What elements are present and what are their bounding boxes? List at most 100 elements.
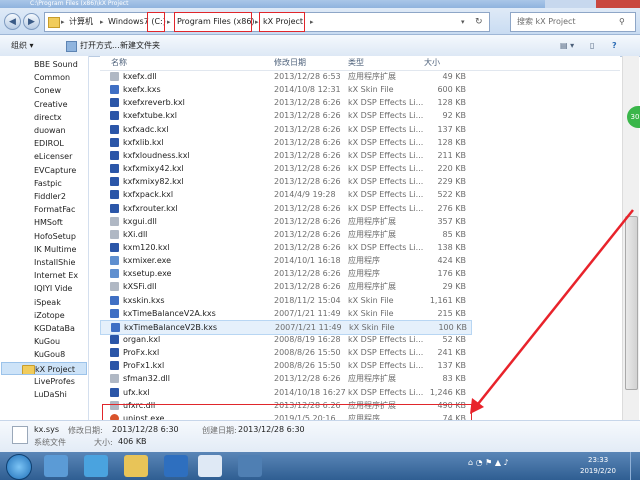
crumb-computer[interactable]: 计算机: [69, 13, 93, 31]
file-row[interactable]: ProFx.kxl 2008/8/26 15:50 kX DSP Effects L…: [100, 346, 470, 359]
close-button[interactable]: [596, 0, 640, 8]
file-icon: [110, 308, 119, 318]
nav-item-label: Fiddler2: [34, 192, 66, 201]
crumb-separator-icon: ▸: [310, 18, 314, 26]
file-row[interactable]: kxfxmixy82.kxl 2013/12/28 6:26 kX DSP Effe…: [100, 175, 470, 188]
file-row[interactable]: kxefx.dll 2013/12/28 6:53 应用程序扩展 49 KB: [100, 70, 470, 83]
back-button[interactable]: ◀: [4, 13, 21, 30]
explorer-icon[interactable]: [124, 455, 148, 477]
organize-button[interactable]: 组织 ▾: [11, 35, 34, 56]
help-icon[interactable]: ?: [612, 35, 617, 56]
file-size: 137 KB: [437, 124, 466, 134]
nav-item[interactable]: KGDataBa: [34, 322, 88, 335]
file-row[interactable]: kxgui.dll 2013/12/28 6:26 应用程序扩展 357 KB: [100, 215, 470, 228]
nav-item-label: kX Project: [35, 364, 76, 374]
start-button[interactable]: [6, 454, 32, 480]
nav-item-label: FormatFac: [34, 205, 76, 215]
file-icon: [110, 124, 119, 134]
qq-icon[interactable]: [198, 455, 222, 477]
details-created-label: 创建日期:: [202, 426, 237, 435]
nav-item[interactable]: KuGou8: [34, 348, 88, 361]
file-row[interactable]: kxfxloudness.kxl 2013/12/28 6:26 kX DSP Ef…: [100, 149, 470, 162]
tray-icons[interactable]: ⌂ ◔ ⚑ ▲ ♪: [468, 458, 509, 467]
search-icon: ⚲: [619, 17, 625, 26]
file-name: kxefxtube.kxl: [123, 111, 177, 121]
nav-item[interactable]: HofoSetup: [34, 230, 88, 243]
file-row[interactable]: kxfxmixy42.kxl 2013/12/28 6:26 kX DSP Effe…: [100, 162, 470, 175]
file-row[interactable]: kXi.dll 2013/12/28 6:26 应用程序扩展 85 KB: [100, 228, 470, 241]
nav-item[interactable]: IQIYI Vide: [34, 282, 88, 295]
file-row[interactable]: kxfxlib.kxl 2013/12/28 6:26 kX DSP Effects…: [100, 136, 470, 149]
file-name: organ.kxl: [123, 335, 161, 344]
file-type: kX Skin File: [349, 322, 395, 332]
nav-item[interactable]: HMSoft: [34, 216, 88, 229]
nav-item[interactable]: BBE Sound: [34, 58, 88, 71]
new-folder-button[interactable]: 新建文件夹: [120, 35, 160, 56]
nav-item[interactable]: Fastpic: [34, 177, 88, 190]
file-row[interactable]: kxefxreverb.kxl 2013/12/28 6:26 kX DSP Eff…: [100, 96, 470, 109]
nav-item[interactable]: Internet Ex: [34, 269, 88, 282]
file-date: 2013/12/28 6:26: [274, 124, 341, 134]
nav-item[interactable]: Fiddler2: [34, 190, 88, 203]
nav-item[interactable]: FormatFac: [34, 203, 88, 216]
search-box[interactable]: 搜索 kX Project ⚲: [510, 12, 636, 32]
file-row[interactable]: kxm120.kxl 2013/12/28 6:26 kX DSP Effects …: [100, 241, 470, 254]
file-row[interactable]: kxmixer.exe 2014/10/1 16:18 应用程序 424 KB: [100, 254, 470, 267]
file-name: kxsetup.exe: [123, 269, 172, 279]
column-name[interactable]: 名称: [111, 56, 127, 70]
nav-item-label: Fastpic: [34, 178, 62, 188]
scrollbar-thumb[interactable]: [625, 216, 638, 390]
nav-item[interactable]: KuGou: [34, 335, 88, 348]
audio-app-icon[interactable]: [238, 455, 262, 477]
file-size: 83 KB: [442, 374, 466, 384]
nav-item[interactable]: Creative: [34, 98, 88, 111]
file-row[interactable]: ufx.kxl 2014/10/18 16:27 kX DSP Effects Li…: [100, 386, 470, 399]
nav-item[interactable]: LuDaShi: [34, 388, 88, 401]
browser-icon[interactable]: [84, 455, 108, 477]
title-bar: C:\Program Files (x86)\kX Project: [0, 0, 640, 8]
column-modified[interactable]: 修改日期: [274, 56, 306, 70]
file-row[interactable]: organ.kxl 2008/8/19 16:28 kX DSP Effects L…: [100, 333, 470, 346]
preview-pane-icon[interactable]: ▯: [590, 35, 594, 56]
nav-item[interactable]: eLicenser: [34, 150, 88, 163]
file-date: 2013/12/28 6:26: [274, 269, 341, 279]
nav-item[interactable]: iZotope: [34, 309, 88, 322]
show-desktop-button[interactable]: [630, 452, 640, 480]
ie-icon[interactable]: [44, 455, 68, 477]
nav-item[interactable]: Conew: [34, 84, 88, 97]
file-row[interactable]: kxfxpack.kxl 2014/4/9 19:28 kX DSP Effects…: [100, 188, 470, 201]
file-row[interactable]: kxTimeBalanceV2A.kxs 2007/1/21 11:49 kX Sk…: [100, 307, 470, 320]
file-row[interactable]: kxfxadc.kxl 2013/12/28 6:26 kX DSP Effects…: [100, 123, 470, 136]
file-row[interactable]: kxskin.kxs 2018/11/2 15:04 kX Skin File 1,1…: [100, 294, 470, 307]
file-row[interactable]: kxfxrouter.kxl 2013/12/28 6:26 kX DSP Effe…: [100, 202, 470, 215]
nav-item[interactable]: IK Multime: [34, 243, 88, 256]
nav-item[interactable]: duowan: [34, 124, 88, 137]
refresh-icon[interactable]: ↻: [475, 13, 483, 31]
nav-item[interactable]: EVCapture: [34, 164, 88, 177]
column-size[interactable]: 大小: [424, 56, 440, 70]
file-name: kXi.dll: [123, 229, 148, 239]
open-with-button[interactable]: 打开方式...: [80, 35, 120, 56]
forward-button[interactable]: ▶: [23, 13, 40, 30]
nav-item-label: InstallShie: [34, 258, 76, 267]
nav-item[interactable]: directx: [34, 111, 88, 124]
file-type: kX Skin File: [348, 295, 394, 305]
dropdown-icon[interactable]: ▾: [461, 13, 465, 31]
file-row[interactable]: kxefxtube.kxl 2013/12/28 6:26 kX DSP Effec…: [100, 109, 470, 122]
nav-item[interactable]: kX Project: [1, 361, 87, 375]
file-row[interactable]: sfman32.dll 2013/12/28 6:26 应用程序扩展 83 KB: [100, 372, 470, 385]
file-row[interactable]: kXSFi.dll 2013/12/28 6:26 应用程序扩展 29 KB: [100, 280, 470, 293]
column-type[interactable]: 类型: [348, 56, 364, 70]
maximize-button[interactable]: [571, 0, 596, 8]
file-row[interactable]: kxefx.kxs 2014/10/8 12:31 kX Skin File 600 …: [100, 83, 470, 96]
file-row[interactable]: ProFx1.kxl 2008/8/26 15:50 kX DSP Effects …: [100, 359, 470, 372]
nav-item[interactable]: iSpeak: [34, 296, 88, 309]
nav-item[interactable]: Common: [34, 71, 88, 84]
view-options-icon[interactable]: ▤ ▾: [560, 35, 574, 56]
nav-item[interactable]: LiveProfes: [34, 375, 88, 388]
nav-item[interactable]: InstallShie: [34, 256, 88, 269]
nav-item[interactable]: EDIROL: [34, 137, 88, 150]
app-n-icon[interactable]: [164, 455, 188, 477]
file-row[interactable]: kxsetup.exe 2013/12/28 6:26 应用程序 176 KB: [100, 267, 470, 280]
minimize-button[interactable]: [545, 0, 571, 8]
